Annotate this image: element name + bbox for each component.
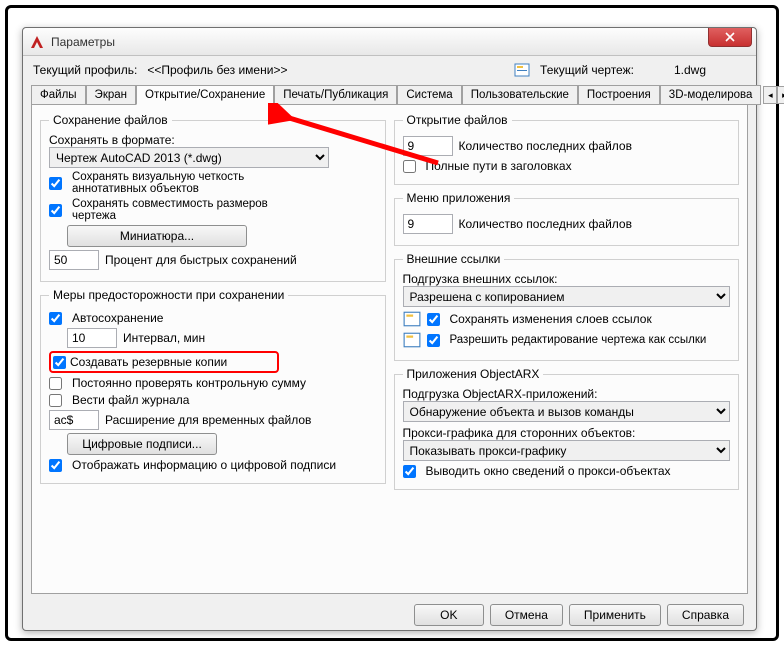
percent-input[interactable] xyxy=(49,250,99,270)
file-open-legend: Открытие файлов xyxy=(403,113,512,127)
tab-system[interactable]: Система xyxy=(397,85,461,105)
menu-recent-input[interactable] xyxy=(403,214,453,234)
log-label: Вести файл журнала xyxy=(72,393,189,407)
tab-content: Сохранение файлов Сохранять в формате: Ч… xyxy=(31,104,748,594)
autosave-label: Автосохранение xyxy=(72,311,163,325)
visual-fidelity-check[interactable] xyxy=(49,177,62,190)
dwg-icon xyxy=(403,331,421,349)
ok-button[interactable]: OK xyxy=(414,604,484,626)
proxy-info-check[interactable] xyxy=(403,465,416,478)
save-as-select[interactable]: Чертеж AutoCAD 2013 (*.dwg) xyxy=(49,147,329,168)
tab-files[interactable]: Файлы xyxy=(31,85,86,105)
tab-strip: Файлы Экран Открытие/Сохранение Печать/П… xyxy=(23,84,756,104)
xref-edit-check[interactable] xyxy=(427,334,440,347)
apply-button[interactable]: Применить xyxy=(569,604,661,626)
app-menu-legend: Меню приложения xyxy=(403,191,515,205)
tab-open-save[interactable]: Открытие/Сохранение xyxy=(136,85,274,105)
tab-3d[interactable]: 3D-моделирова xyxy=(660,85,762,105)
dwg-icon xyxy=(403,310,421,328)
xref-layers-check[interactable] xyxy=(427,313,440,326)
tab-plot[interactable]: Печать/Публикация xyxy=(274,85,397,105)
safety-legend: Меры предосторожности при сохранении xyxy=(49,288,288,302)
xref-group: Внешние ссылки Подгрузка внешних ссылок:… xyxy=(394,252,740,361)
xref-legend: Внешние ссылки xyxy=(403,252,505,266)
crc-check[interactable] xyxy=(49,377,62,390)
file-save-group: Сохранение файлов Сохранять в формате: Ч… xyxy=(40,113,386,282)
options-dialog: Параметры Текущий профиль: <<Профиль без… xyxy=(22,27,757,631)
proxy-info-label: Выводить окно сведений о прокси-объектах xyxy=(426,464,671,478)
percent-label: Процент для быстрых сохранений xyxy=(105,253,297,267)
ext-input[interactable] xyxy=(49,410,99,430)
interval-input[interactable] xyxy=(67,328,117,348)
tab-user[interactable]: Пользовательские xyxy=(462,85,578,105)
tab-nav-left[interactable]: ◂ xyxy=(763,86,777,104)
full-paths-label: Полные пути в заголовках xyxy=(426,159,572,173)
file-save-legend: Сохранение файлов xyxy=(49,113,172,127)
recent-input[interactable] xyxy=(403,136,453,156)
cancel-button[interactable]: Отмена xyxy=(490,604,563,626)
arx-load-select[interactable]: Обнаружение объекта и вызов команды xyxy=(403,401,731,422)
ext-label: Расширение для временных файлов xyxy=(105,413,311,427)
log-check[interactable] xyxy=(49,394,62,407)
autocad-icon xyxy=(29,34,45,50)
xref-load-select[interactable]: Разрешена с копированием xyxy=(403,286,731,307)
crc-label: Постоянно проверять контрольную сумму xyxy=(72,376,306,390)
tab-drafting[interactable]: Построения xyxy=(578,85,660,105)
tab-nav-right[interactable]: ▸ xyxy=(777,86,784,104)
recent-label: Количество последних файлов xyxy=(459,139,632,153)
drawing-value: 1.dwg xyxy=(674,63,706,77)
signatures-button[interactable]: Цифровые подписи... xyxy=(67,433,217,455)
file-open-group: Открытие файлов Количество последних фай… xyxy=(394,113,740,185)
arx-group: Приложения ObjectARX Подгрузка ObjectARX… xyxy=(394,367,740,490)
autosave-check[interactable] xyxy=(49,312,62,325)
show-sig-label: Отображать информацию о цифровой подписи xyxy=(72,458,336,472)
size-compat-label: Сохранять совместимость размеров чертежа xyxy=(72,198,312,222)
safety-group: Меры предосторожности при сохранении Авт… xyxy=(40,288,386,484)
app-menu-group: Меню приложения Количество последних фай… xyxy=(394,191,740,246)
window-title: Параметры xyxy=(51,35,750,49)
xref-edit-label: Разрешить редактирование чертежа как ссы… xyxy=(450,334,707,346)
dwg-icon xyxy=(514,62,530,78)
menu-recent-label: Количество последних файлов xyxy=(459,217,632,231)
interval-label: Интервал, мин xyxy=(123,331,205,345)
close-button[interactable] xyxy=(708,28,752,47)
profile-row: Текущий профиль: <<Профиль без имени>> Т… xyxy=(23,56,756,84)
arx-legend: Приложения ObjectARX xyxy=(403,367,544,381)
thumbnail-button[interactable]: Миниатюра... xyxy=(67,225,247,247)
backup-highlight: Создавать резервные копии xyxy=(49,351,279,373)
proxy-select[interactable]: Показывать прокси-графику xyxy=(403,440,731,461)
profile-label: Текущий профиль: xyxy=(33,63,137,77)
proxy-label: Прокси-графика для сторонних объектов: xyxy=(403,426,636,440)
save-as-label: Сохранять в формате: xyxy=(49,133,175,147)
profile-value: <<Профиль без имени>> xyxy=(147,63,287,77)
visual-fidelity-label: Сохранять визуальную четкость аннотативн… xyxy=(72,171,312,195)
backup-label: Создавать резервные копии xyxy=(70,355,227,369)
backup-check[interactable] xyxy=(53,356,66,369)
drawing-label: Текущий чертеж: xyxy=(540,63,634,77)
arx-load-label: Подгрузка ObjectARX-приложений: xyxy=(403,387,598,401)
titlebar: Параметры xyxy=(23,28,756,56)
dialog-footer: OK Отмена Применить Справка xyxy=(23,594,756,634)
xref-layers-label: Сохранять изменения слоев ссылок xyxy=(450,312,652,326)
show-sig-check[interactable] xyxy=(49,459,62,472)
help-button[interactable]: Справка xyxy=(667,604,744,626)
xref-load-label: Подгрузка внешних ссылок: xyxy=(403,272,558,286)
tab-display[interactable]: Экран xyxy=(86,85,136,105)
size-compat-check[interactable] xyxy=(49,204,62,217)
full-paths-check[interactable] xyxy=(403,160,416,173)
